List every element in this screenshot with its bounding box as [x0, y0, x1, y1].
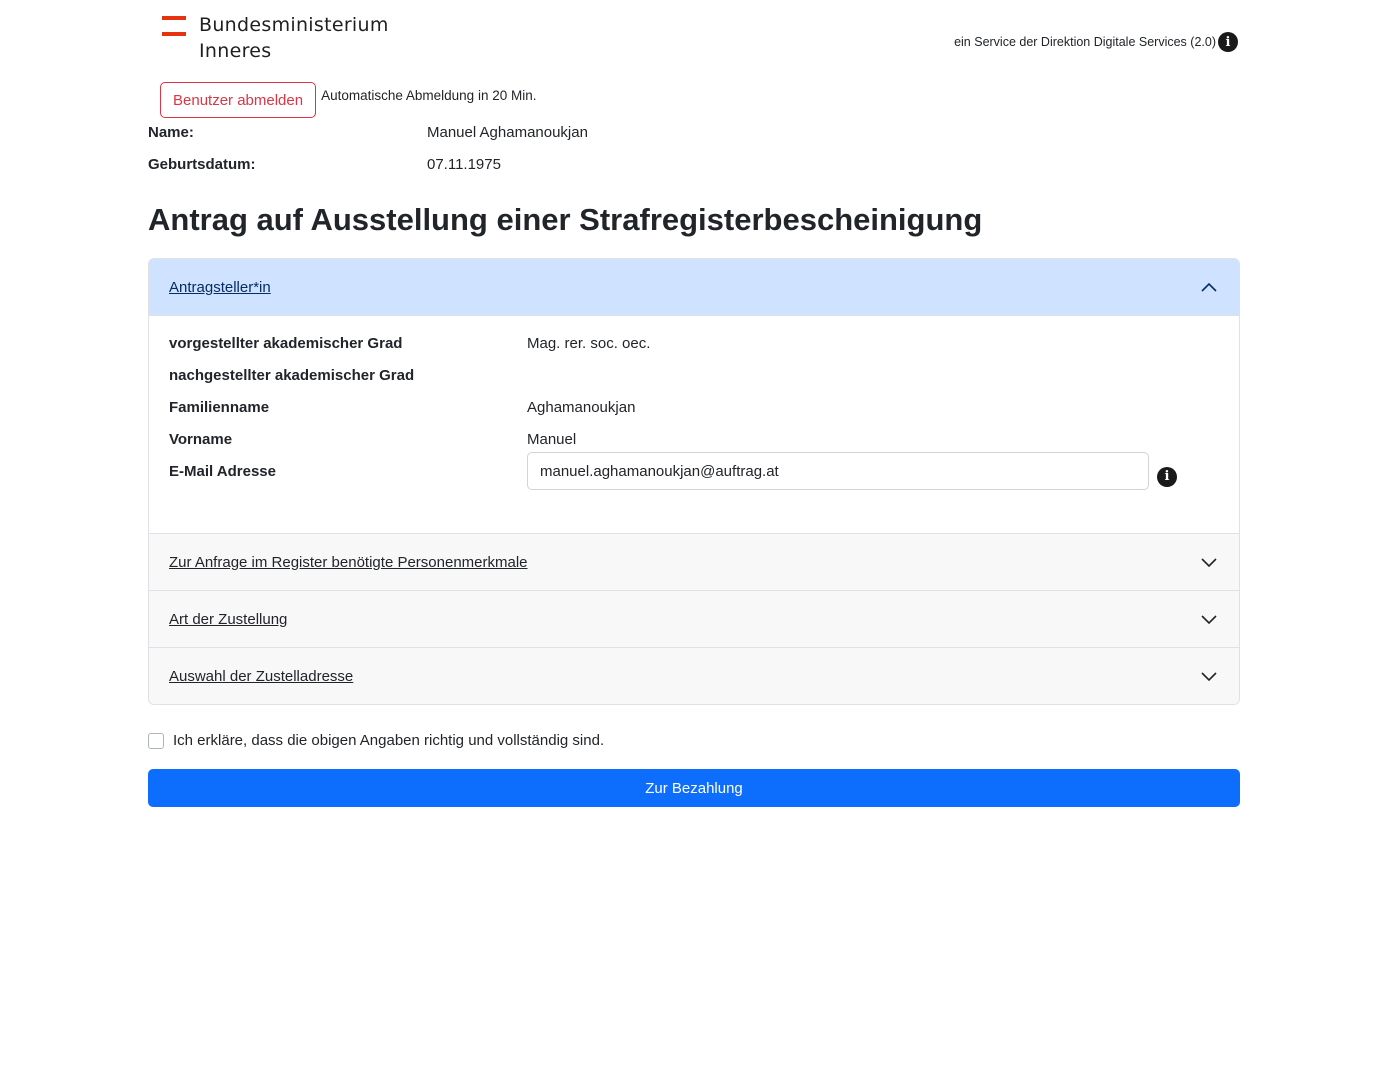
application-accordion: Antragsteller*in vorgestellter akademisc…: [148, 258, 1240, 705]
birth-label: Geburtsdatum:: [148, 156, 256, 173]
person-summary: Name: Manuel Aghamanoukjan Geburtsdatum:…: [148, 122, 588, 186]
email-field[interactable]: [527, 452, 1149, 490]
family-name-value: Aghamanoukjan: [527, 399, 636, 416]
email-label: E-Mail Adresse: [169, 463, 276, 480]
austrian-flag-icon: [162, 16, 186, 40]
bmi-logo: Bundesministerium Inneres: [162, 12, 389, 64]
prefix-degree-value: Mag. rer. soc. oec.: [527, 335, 651, 352]
accordion-header-register-features[interactable]: Zur Anfrage im Register benötigte Person…: [149, 533, 1239, 590]
page: Bundesministerium Inneres ein Service de…: [0, 0, 1387, 1091]
chevron-down-icon: [1201, 615, 1217, 625]
family-name-row: Familienname Aghamanoukjan: [169, 397, 1219, 429]
name-label: Name:: [148, 124, 194, 141]
person-birth-row: Geburtsdatum: 07.11.1975: [148, 154, 588, 186]
service-info: ein Service der Direktion Digitale Servi…: [954, 32, 1238, 52]
logout-button[interactable]: Benutzer abmelden: [160, 82, 317, 118]
family-name-label: Familienname: [169, 399, 270, 416]
chevron-up-icon: [1201, 282, 1217, 292]
accordion-title-delivery-type[interactable]: Art der Zustellung: [169, 611, 287, 628]
email-field-group: i: [527, 452, 1177, 493]
accordion-title-register-features[interactable]: Zur Anfrage im Register benötigte Person…: [169, 554, 528, 571]
accordion-header-delivery-type[interactable]: Art der Zustellung: [149, 590, 1239, 647]
email-info-icon[interactable]: i: [1157, 467, 1177, 487]
email-row: E-Mail Adresse i: [169, 452, 1219, 493]
accordion-title-applicant[interactable]: Antragsteller*in: [169, 279, 271, 296]
auto-logout-text: Automatische Abmeldung in 20 Min.: [321, 88, 537, 103]
service-text: ein Service der Direktion Digitale Servi…: [954, 35, 1216, 49]
confirmation-label[interactable]: Ich erkläre, dass die obigen Angaben ric…: [173, 732, 604, 749]
accordion-header-applicant[interactable]: Antragsteller*in: [149, 259, 1239, 315]
info-icon[interactable]: i: [1218, 32, 1238, 52]
logo-line-1: Bundesministerium: [199, 14, 389, 36]
accordion-header-delivery-address[interactable]: Auswahl der Zustelladresse: [149, 647, 1239, 704]
person-name-row: Name: Manuel Aghamanoukjan: [148, 122, 588, 154]
logo-line-2: Inneres: [199, 40, 272, 62]
page-title: Antrag auf Ausstellung einer Strafregist…: [148, 202, 983, 237]
accordion-body-applicant: vorgestellter akademischer Grad Mag. rer…: [149, 315, 1239, 533]
prefix-degree-row: vorgestellter akademischer Grad Mag. rer…: [169, 333, 1219, 365]
prefix-degree-label: vorgestellter akademischer Grad: [169, 335, 403, 352]
suffix-degree-row: nachgestellter akademischer Grad: [169, 365, 1219, 397]
birth-value: 07.11.1975: [427, 156, 501, 173]
first-name-label: Vorname: [169, 431, 233, 448]
session-bar: Benutzer abmelden Automatische Abmeldung…: [160, 82, 536, 118]
suffix-degree-label: nachgestellter akademischer Grad: [169, 367, 415, 384]
chevron-down-icon: [1201, 672, 1217, 682]
pay-button[interactable]: Zur Bezahlung: [148, 769, 1240, 807]
confirmation-checkbox[interactable]: [148, 732, 164, 749]
accordion-title-delivery-address[interactable]: Auswahl der Zustelladresse: [169, 668, 353, 685]
name-value: Manuel Aghamanoukjan: [427, 124, 588, 141]
chevron-down-icon: [1201, 558, 1217, 568]
confirmation-row: Ich erkläre, dass die obigen Angaben ric…: [148, 732, 604, 749]
logo-text: Bundesministerium Inneres: [199, 12, 389, 64]
